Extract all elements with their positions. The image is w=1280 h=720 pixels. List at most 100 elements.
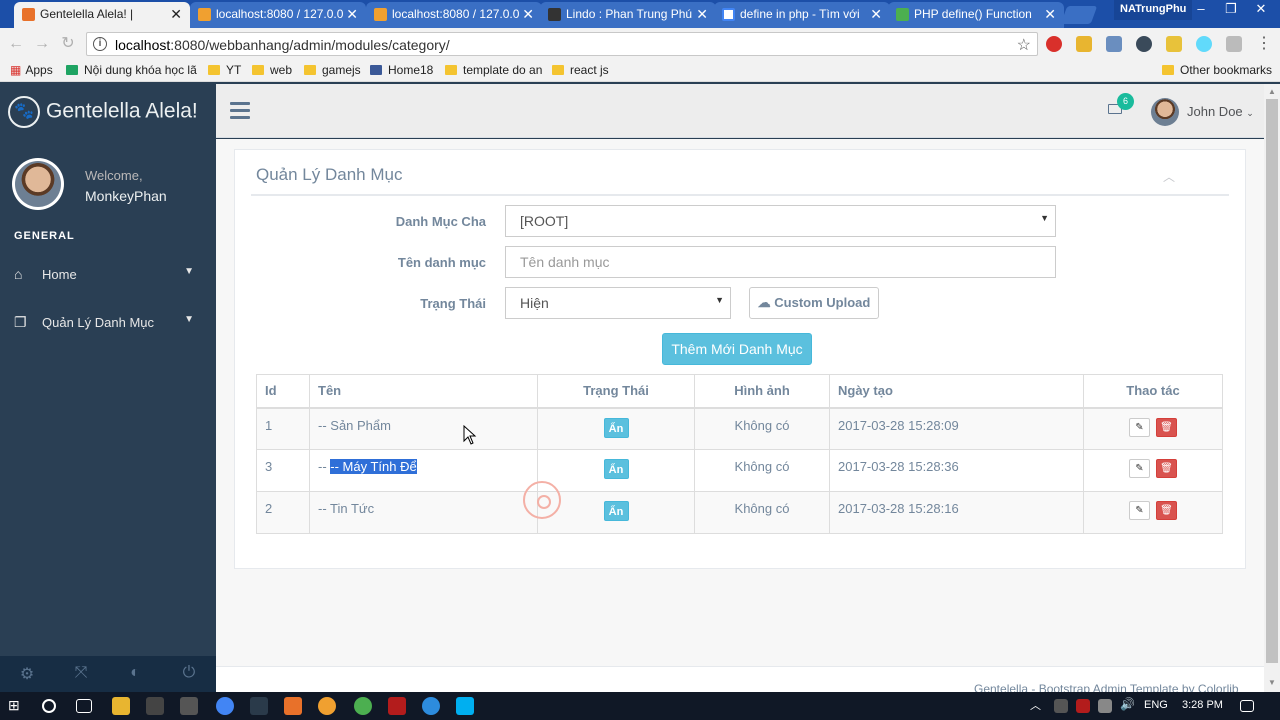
filezilla-icon[interactable] [388,697,406,715]
app-icon[interactable] [318,697,336,715]
address-bar[interactable]: i localhost:8080/webbanhang/admin/module… [86,32,1038,56]
column-header[interactable]: Tên [309,374,538,409]
bookmark-apps[interactable]: ▦ Apps [10,63,53,77]
pencil-icon[interactable]: ✎ [1129,417,1150,437]
column-header[interactable]: Hình ảnh [694,374,830,409]
profile-name[interactable]: NATrungPhu [1114,0,1193,20]
user-menu[interactable]: John Doe ⌄ [1187,104,1254,119]
parent-category-select[interactable]: [ROOT] ▼ [505,205,1056,237]
tray-chevron-icon[interactable]: ︿ [1030,697,1048,715]
add-category-button[interactable]: Thêm Mới Danh Mục [662,333,812,365]
chevron-up-icon[interactable]: ︿ [1163,168,1175,185]
pencil-icon[interactable]: ✎ [1129,501,1150,520]
extension-icon[interactable] [1166,36,1182,52]
menu-icon[interactable]: ⋮ [1254,34,1274,54]
browser-tab[interactable]: localhost:8080 / 127.0.0 ✕ [190,2,366,28]
settings-icon[interactable]: ⚙ [17,664,37,684]
app-icon[interactable] [354,697,372,715]
scroll-up-icon[interactable]: ▲ [1268,87,1276,96]
bookmark-item[interactable]: web [252,63,292,77]
browser-tab[interactable]: Gentelella Alela! | ✕ [14,2,190,28]
skype-icon[interactable] [456,697,474,715]
clock[interactable]: 3:28 PM [1182,699,1223,711]
tray-icon[interactable] [1076,699,1090,713]
status-badge[interactable]: Ẩn [603,459,629,479]
cell-id: 3 [256,449,310,492]
column-header[interactable]: Trạng Thái [537,374,695,409]
column-header[interactable]: Thao tác [1083,374,1223,409]
trash-icon[interactable]: 🗑 [1156,501,1177,520]
lock-icon[interactable]: ◐ [125,664,145,684]
close-tab-icon[interactable]: ✕ [1044,2,1056,26]
bookmark-item[interactable]: react js [552,63,609,77]
status-badge[interactable]: Ẩn [603,501,629,521]
category-name-input[interactable]: Tên danh mục [505,246,1056,278]
browser-tab[interactable]: Lindo : Phan Trung Phú ✕ [540,2,716,28]
scroll-down-icon[interactable]: ▼ [1268,678,1276,687]
task-view-icon[interactable] [76,699,92,713]
info-icon[interactable]: i [93,37,107,51]
trash-icon[interactable]: 🗑 [1156,459,1177,478]
language-indicator[interactable]: ENG [1144,699,1168,711]
power-icon[interactable]: ⏻ [179,664,199,684]
reload-icon[interactable]: ↻ [58,34,78,54]
bookmark-item[interactable]: Home18 [370,63,433,77]
close-window-icon[interactable]: ✕ [1246,0,1276,20]
volume-icon[interactable]: 🔊 [1120,697,1138,715]
close-tab-icon[interactable]: ✕ [522,2,534,26]
column-header[interactable]: Ngày tạo [829,374,1084,409]
app-icon[interactable] [250,697,268,715]
status-badge[interactable]: Ẩn [603,417,629,438]
other-bookmarks[interactable]: Other bookmarks [1162,63,1272,77]
brand[interactable]: 🐾 Gentelella Alela! [8,96,198,128]
back-icon[interactable]: ← [6,34,26,54]
xampp-icon[interactable] [284,697,302,715]
bookmark-item[interactable]: template do an [445,63,542,77]
browser-tab[interactable]: PHP define() Function ✕ [888,2,1064,28]
custom-upload-button[interactable]: ☁ Custom Upload [749,287,879,319]
restore-icon[interactable]: ❐ [1216,0,1246,20]
file-explorer-icon[interactable] [112,697,130,715]
forward-icon[interactable]: → [32,34,52,54]
avatar[interactable] [1151,98,1179,126]
extension-icon[interactable] [1226,36,1242,52]
pencil-icon[interactable]: ✎ [1129,459,1150,478]
app-icon[interactable] [180,697,198,715]
trash-icon[interactable]: 🗑 [1156,417,1177,437]
bookmark-item[interactable]: Nội dung khóa học lã [66,63,197,77]
browser-tab[interactable]: define in php - Tìm với ✕ [714,2,890,28]
home-icon: ⌂ [14,266,23,282]
opera-extension-icon[interactable] [1046,36,1062,52]
menu-toggle-icon[interactable] [230,102,250,120]
tray-icon[interactable] [1054,699,1068,713]
bookmark-star-icon[interactable]: ☆ [1017,35,1031,55]
extension-icon[interactable] [1106,36,1122,52]
close-tab-icon[interactable]: ✕ [870,2,882,26]
notifications-icon[interactable] [1240,700,1254,712]
scrollbar-thumb[interactable] [1266,99,1278,663]
close-tab-icon[interactable]: ✕ [696,2,708,26]
close-tab-icon[interactable]: ✕ [170,2,182,26]
fullscreen-icon[interactable]: ⤧ [71,664,91,684]
scrollbar[interactable]: ▲ ▼ [1264,84,1280,692]
close-tab-icon[interactable]: ✕ [346,2,358,26]
sidebar-item-home[interactable]: ⌂ Home ▼ [14,266,204,288]
sidebar-item-category[interactable]: ❐ Quản Lý Danh Mục ▼ [14,314,204,336]
react-devtools-icon[interactable] [1196,36,1212,52]
windows-start-icon[interactable]: ⊞ [8,697,26,715]
chrome-icon[interactable] [216,697,234,715]
new-tab-button[interactable] [1060,6,1098,24]
minimize-icon[interactable]: – [1186,0,1216,20]
network-icon[interactable] [1098,699,1112,713]
chat-extension-icon[interactable] [1136,36,1152,52]
browser-tab[interactable]: localhost:8080 / 127.0.0 ✕ [366,2,542,28]
app-icon[interactable] [146,697,164,715]
extension-icon[interactable] [1076,36,1092,52]
column-header[interactable]: Id [256,374,310,409]
bookmark-item[interactable]: gamejs [304,63,361,77]
url-text[interactable]: localhost:8080/webbanhang/admin/modules/… [115,37,450,53]
search-icon[interactable] [42,699,56,713]
status-select[interactable]: Hiện ▼ [505,287,731,319]
bookmark-item[interactable]: YT [208,63,241,77]
app-icon[interactable] [422,697,440,715]
